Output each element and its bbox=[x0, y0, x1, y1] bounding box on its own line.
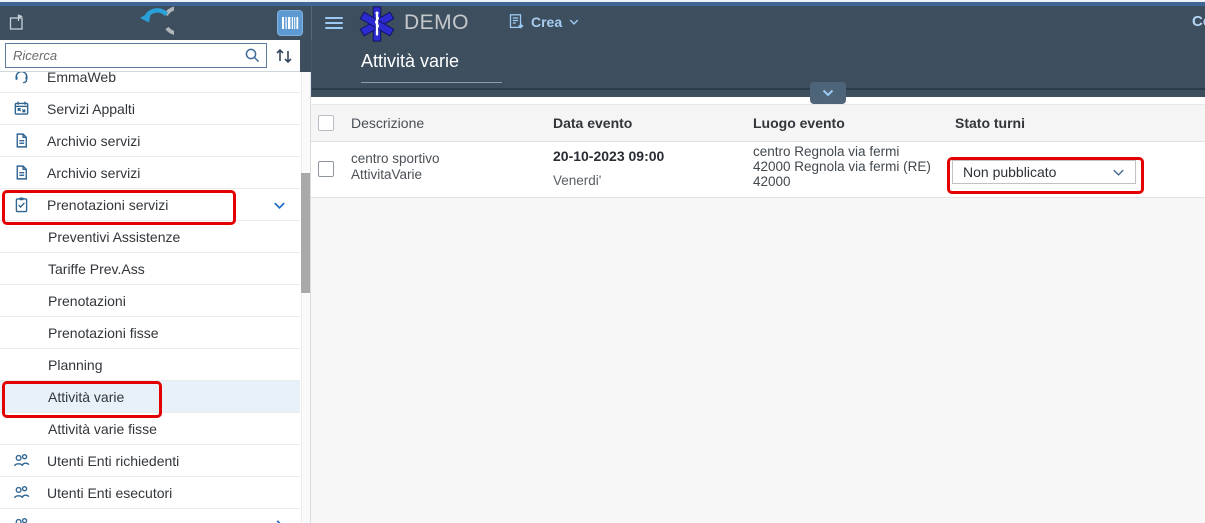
page-title: Attività varie bbox=[361, 51, 459, 72]
table-header: Descrizione Data evento Luogo evento Sta… bbox=[311, 104, 1205, 142]
create-document-icon bbox=[508, 13, 525, 30]
select-all-checkbox[interactable] bbox=[318, 115, 334, 131]
chevron-down-icon bbox=[568, 16, 580, 28]
sidebar-item-label: Servizi Appalti bbox=[47, 101, 135, 117]
sidebar-item-label: Archivio servizi bbox=[47, 133, 140, 149]
header-filler bbox=[300, 40, 311, 72]
sidebar-item-clipped-item[interactable] bbox=[0, 509, 300, 523]
title-underline bbox=[361, 82, 502, 83]
sidebar-item-utenti-enti-esecutori[interactable]: Utenti Enti esecutori bbox=[0, 477, 300, 509]
sidebar-item-archivio-servizi-2[interactable]: Archivio servizi bbox=[0, 157, 300, 189]
pin-page-icon[interactable] bbox=[8, 13, 27, 32]
menu-toggle-icon[interactable] bbox=[325, 16, 343, 30]
sidebar-item-label: Attività varie bbox=[48, 389, 124, 405]
sidebar-item-preventivi-assistenze[interactable]: Preventivi Assistenze bbox=[0, 221, 300, 253]
search-input-wrap bbox=[5, 43, 267, 68]
row-checkbox[interactable] bbox=[318, 161, 334, 177]
column-header-stato-turni[interactable]: Stato turni bbox=[955, 115, 1025, 131]
sidebar-item-prenotazioni-servizi[interactable]: Prenotazioni servizi bbox=[0, 189, 300, 221]
column-header-luogo-evento[interactable]: Luogo evento bbox=[753, 115, 845, 131]
table-row[interactable]: centro sportivo AttivitaVarie 20-10-2023… bbox=[311, 142, 1205, 198]
header-right-text[interactable]: Ce bbox=[1192, 13, 1205, 30]
cell-luogo-evento: centro Regnola via fermi 42000 Regnola v… bbox=[753, 144, 931, 189]
sidebar-item-label: Tariffe Prev.Ass bbox=[48, 261, 145, 277]
sidebar-item-tariffe-prev-ass[interactable]: Tariffe Prev.Ass bbox=[0, 253, 300, 285]
app-window: EmmaWeb Servizi Appalti Archivio servizi Ar… bbox=[0, 0, 1205, 523]
cell-data-evento: 20-10-2023 09:00 Venerdi' bbox=[553, 148, 664, 189]
app-header-bar: DEMO Crea Ce bbox=[311, 6, 1205, 40]
sidebar-item-label: Utenti Enti esecutori bbox=[47, 485, 172, 501]
sidebar-item-servizi-appalti[interactable]: Servizi Appalti bbox=[0, 93, 300, 125]
stato-turni-select[interactable]: Non pubblicato bbox=[952, 160, 1136, 184]
chevron-down-icon[interactable] bbox=[272, 198, 287, 213]
sidebar-header bbox=[0, 6, 311, 40]
sidebar-item-archivio-servizi-1[interactable]: Archivio servizi bbox=[0, 125, 300, 157]
calendar-icon bbox=[13, 100, 31, 117]
search-icon[interactable] bbox=[244, 47, 261, 64]
stato-turni-value: Non pubblicato bbox=[963, 164, 1056, 180]
sidebar-item-label: Prenotazioni servizi bbox=[47, 197, 168, 213]
sidebar-menu: EmmaWeb Servizi Appalti Archivio servizi Ar… bbox=[0, 72, 300, 523]
sidebar-item-label: Preventivi Assistenze bbox=[48, 229, 180, 245]
sidebar-item-emmaweb[interactable]: EmmaWeb bbox=[0, 72, 300, 93]
people-icon bbox=[13, 516, 31, 523]
people-icon bbox=[13, 484, 31, 501]
sort-icon[interactable] bbox=[273, 45, 295, 67]
document-icon bbox=[13, 164, 31, 181]
sidebar-item-label: Archivio servizi bbox=[47, 165, 140, 181]
cell-descrizione: centro sportivo AttivitaVarie bbox=[351, 151, 440, 183]
expand-header-button[interactable] bbox=[810, 82, 846, 104]
search-input[interactable] bbox=[5, 43, 267, 68]
app-title: DEMO bbox=[404, 11, 469, 35]
sidebar-item-prenotazioni[interactable]: Prenotazioni bbox=[0, 285, 300, 317]
crea-menu-button[interactable]: Crea bbox=[508, 13, 580, 30]
sidebar-search-row bbox=[0, 40, 300, 72]
people-icon bbox=[13, 452, 31, 469]
sidebar-item-attivita-varie[interactable]: Attività varie bbox=[0, 381, 300, 413]
document-icon bbox=[13, 132, 31, 149]
star-of-life-logo bbox=[358, 5, 396, 43]
barcode-button[interactable] bbox=[277, 10, 303, 36]
sidebar-item-planning[interactable]: Planning bbox=[0, 349, 300, 381]
sidebar-item-label: Utenti Enti richiedenti bbox=[47, 453, 179, 469]
content-background bbox=[311, 198, 1205, 523]
titlebar-divider bbox=[312, 88, 1205, 90]
sidebar-item-label: Planning bbox=[48, 357, 103, 373]
sidebar-item-label: Prenotazioni fisse bbox=[48, 325, 159, 341]
page-title-bar: Attività varie bbox=[311, 40, 1205, 97]
column-header-descrizione[interactable]: Descrizione bbox=[351, 115, 424, 131]
sidebar-item-utenti-enti-richiedenti[interactable]: Utenti Enti richiedenti bbox=[0, 445, 300, 477]
sidebar-item-label: Attività varie fisse bbox=[48, 421, 157, 437]
sidebar-item-attivita-varie-fisse[interactable]: Attività varie fisse bbox=[0, 413, 300, 445]
crea-label: Crea bbox=[531, 14, 562, 30]
clipboard-icon bbox=[13, 196, 31, 213]
chevron-right-icon[interactable] bbox=[272, 518, 287, 523]
sidebar-item-label: Prenotazioni bbox=[48, 293, 126, 309]
sidebar-item-prenotazioni-fisse[interactable]: Prenotazioni fisse bbox=[0, 317, 300, 349]
chevron-down-icon bbox=[1111, 165, 1126, 180]
sidebar-item-label: EmmaWeb bbox=[47, 72, 116, 85]
column-header-data-evento[interactable]: Data evento bbox=[553, 115, 632, 131]
headset-icon bbox=[13, 72, 31, 85]
sync-logo-icon[interactable] bbox=[138, 5, 174, 41]
